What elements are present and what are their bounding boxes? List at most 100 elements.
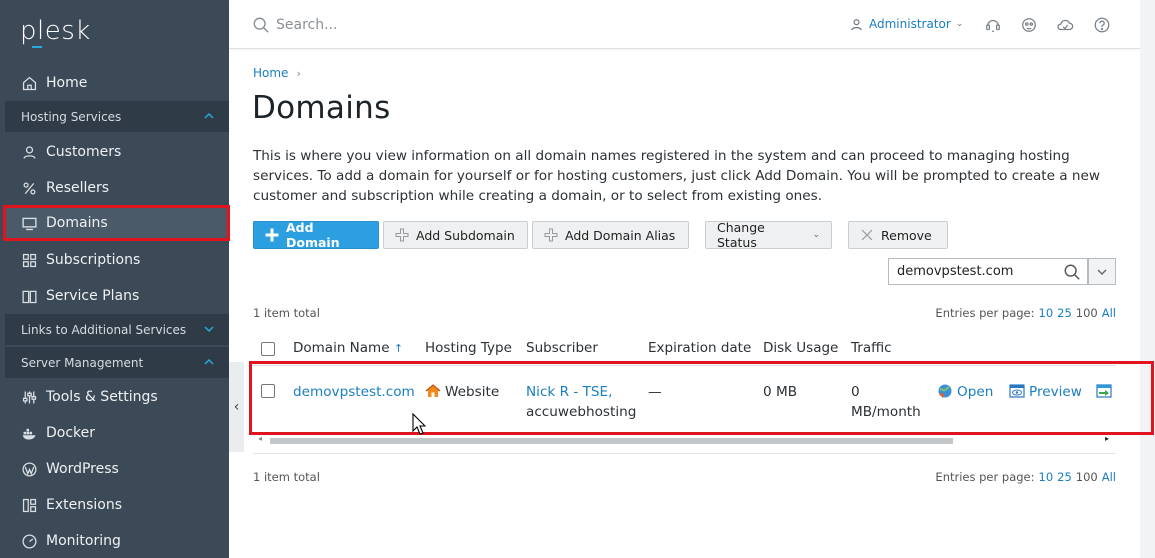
scroll-right-icon[interactable]: ▸: [1105, 434, 1109, 443]
column-header-traffic[interactable]: Traffic: [851, 340, 892, 356]
select-all-checkbox[interactable]: [261, 342, 275, 356]
sidebar-collapse-toggle[interactable]: ‹: [229, 362, 244, 452]
sidebar-item-monitoring[interactable]: Monitoring: [0, 523, 229, 558]
help-icon[interactable]: [1093, 16, 1111, 34]
sidebar-item-wordpress[interactable]: WordPress: [0, 451, 229, 487]
search-options-dropdown[interactable]: [1088, 258, 1116, 285]
close-icon: [860, 228, 874, 242]
mascot-icon[interactable]: [1020, 16, 1038, 34]
entries-per-page-bottom: Entries per page: 10 25 100 All: [935, 470, 1116, 484]
chevron-up-icon: [204, 358, 214, 365]
breadcrumb-home[interactable]: Home: [253, 66, 288, 80]
cloud-icon[interactable]: [1056, 16, 1074, 34]
sidebar-item-label: Domains: [46, 215, 108, 231]
group-hosting-services[interactable]: Hosting Services: [5, 101, 229, 132]
column-header-expiration[interactable]: Expiration date: [648, 340, 751, 356]
sidebar-item-docker[interactable]: Docker: [0, 415, 229, 451]
entries-option-10[interactable]: 10: [1039, 306, 1054, 320]
sidebar-item-label: Service Plans: [46, 288, 140, 304]
monitor-icon: [20, 214, 38, 232]
sidebar-item-label: WordPress: [46, 461, 119, 477]
sidebar-item-label: Monitoring: [46, 533, 121, 549]
book-icon: [20, 287, 38, 305]
group-label: Server Management: [21, 355, 144, 370]
sidebar-item-tools-settings[interactable]: Tools & Settings: [0, 379, 229, 415]
sort-asc-icon: ↑: [393, 342, 404, 355]
add-domain-button[interactable]: Add Domain: [253, 220, 379, 250]
entries-option-25[interactable]: 25: [1057, 470, 1072, 484]
top-bar: Administrator ⌄: [229, 0, 1140, 49]
entries-option-100: 100: [1075, 470, 1098, 484]
mouse-cursor-icon: [412, 413, 426, 435]
column-header-disk-usage[interactable]: Disk Usage: [763, 340, 838, 356]
sidebar: plesk Home Hosting Services Customers Re…: [0, 0, 230, 558]
entries-label: Entries per page:: [935, 470, 1035, 484]
sidebar-item-label: Home: [46, 75, 88, 91]
add-subdomain-button[interactable]: Add Subdomain: [383, 221, 528, 249]
chevron-down-icon: ⌄: [955, 19, 964, 29]
group-server-management[interactable]: Server Management: [5, 347, 229, 378]
sidebar-item-home[interactable]: Home: [0, 65, 229, 101]
monitoring-icon: [20, 532, 38, 550]
logo-accent: [32, 46, 42, 48]
remove-button[interactable]: Remove: [848, 221, 948, 249]
user-icon: [20, 143, 38, 161]
column-header-domain-name[interactable]: Domain Name ↑: [293, 340, 403, 356]
add-domain-alias-button[interactable]: Add Domain Alias: [532, 221, 689, 249]
scrollbar-thumb[interactable]: [270, 438, 953, 444]
docker-icon: [20, 424, 38, 442]
group-label: Links to Additional Services: [21, 322, 187, 337]
support-icon[interactable]: [984, 16, 1002, 34]
chevron-left-icon: ‹: [233, 399, 240, 415]
extensions-icon: [20, 496, 38, 514]
sidebar-item-domains[interactable]: Domains: [3, 205, 230, 241]
chevron-down-icon: ⌄: [812, 230, 820, 240]
entries-option-25[interactable]: 25: [1057, 306, 1072, 320]
sliders-icon: [20, 388, 38, 406]
button-label: Remove: [881, 227, 932, 243]
entries-option-all[interactable]: All: [1102, 306, 1116, 320]
chevron-down-icon: [1097, 269, 1107, 275]
plesk-logo[interactable]: plesk: [20, 16, 91, 46]
sidebar-item-extensions[interactable]: Extensions: [0, 487, 229, 523]
table-bottom-divider: [253, 453, 1116, 454]
group-links-additional[interactable]: Links to Additional Services: [5, 314, 229, 345]
page-scrollbar-gutter: [1140, 0, 1155, 558]
sidebar-item-customers[interactable]: Customers: [0, 134, 229, 170]
sidebar-item-label: Tools & Settings: [46, 389, 158, 405]
column-header-subscriber[interactable]: Subscriber: [526, 340, 598, 356]
group-label: Hosting Services: [21, 109, 122, 124]
column-header-hosting-type[interactable]: Hosting Type: [425, 340, 512, 356]
search-icon: [253, 17, 269, 33]
button-label: Add Subdomain: [416, 227, 515, 243]
entries-option-10[interactable]: 10: [1039, 470, 1054, 484]
entries-option-100: 100: [1075, 306, 1098, 320]
sidebar-item-service-plans[interactable]: Service Plans: [0, 278, 229, 314]
chevron-down-icon: [204, 326, 214, 333]
entries-option-all[interactable]: All: [1102, 470, 1116, 484]
button-label: Add Domain: [286, 220, 340, 250]
user-icon: [851, 18, 862, 30]
grid-icon: [20, 251, 38, 269]
list-search-input[interactable]: [897, 264, 1047, 279]
items-total: 1 item total: [253, 306, 320, 320]
entries-per-page: Entries per page: 10 25 100 All: [935, 306, 1116, 320]
plus-outline-icon: [395, 228, 409, 242]
change-status-button[interactable]: Change Status ⌄: [705, 220, 832, 250]
button-label: Add Domain Alias: [565, 227, 676, 243]
page-description: This is where you view information on al…: [253, 148, 1101, 204]
items-total-bottom: 1 item total: [253, 470, 320, 484]
plus-outline-icon: [544, 228, 558, 242]
search-icon[interactable]: [1063, 263, 1081, 281]
home-icon: [20, 74, 38, 92]
scroll-left-icon[interactable]: ◂: [258, 434, 262, 443]
sidebar-item-resellers[interactable]: Resellers: [0, 170, 229, 206]
sidebar-item-label: Subscriptions: [46, 252, 141, 268]
percent-icon: [20, 179, 38, 197]
user-menu[interactable]: Administrator ⌄: [850, 17, 963, 31]
sidebar-item-subscriptions[interactable]: Subscriptions: [0, 242, 229, 278]
page-title: Domains: [252, 90, 391, 126]
sidebar-item-label: Resellers: [46, 180, 110, 196]
global-search-input[interactable]: [276, 12, 676, 38]
sidebar-item-label: Docker: [46, 425, 96, 441]
